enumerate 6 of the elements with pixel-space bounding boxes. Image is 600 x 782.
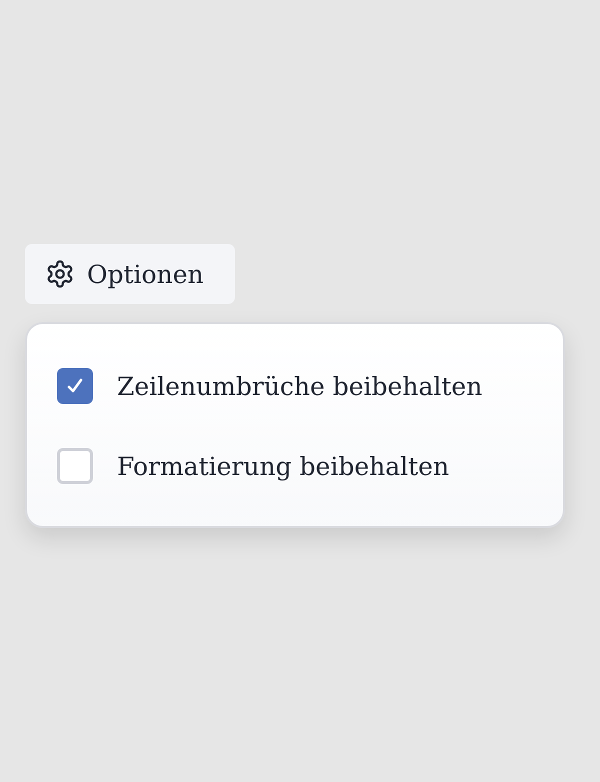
- checkbox[interactable]: [57, 368, 93, 404]
- option-label: Zeilenumbrüche beibehalten: [117, 372, 482, 400]
- options-button[interactable]: Optionen: [25, 244, 235, 304]
- checkbox[interactable]: [57, 448, 93, 484]
- settings-icon: [45, 259, 75, 289]
- option-label: Formatierung beibehalten: [117, 452, 450, 480]
